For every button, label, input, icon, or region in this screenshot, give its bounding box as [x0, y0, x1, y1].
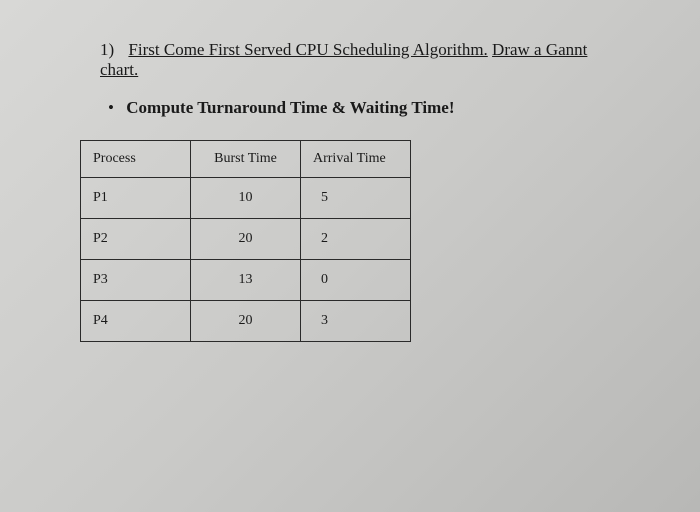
table-row: P1 10 5 — [81, 178, 411, 219]
header-process: Process — [81, 141, 191, 178]
cell-burst: 20 — [191, 301, 301, 342]
question-number: 1) — [100, 40, 114, 60]
header-arrival: Arrival Time — [301, 141, 411, 178]
table-header-row: Process Burst Time Arrival Time — [81, 141, 411, 178]
cell-process: P2 — [81, 219, 191, 260]
cell-process: P1 — [81, 178, 191, 219]
document-body: 1) First Come First Served CPU Schedulin… — [40, 40, 660, 342]
cell-burst: 10 — [191, 178, 301, 219]
question-heading: 1) First Come First Served CPU Schedulin… — [100, 40, 620, 80]
heading-title: First Come First Served CPU Scheduling A… — [128, 40, 487, 59]
process-table: Process Burst Time Arrival Time P1 10 5 … — [80, 140, 411, 342]
table-row: P4 20 3 — [81, 301, 411, 342]
cell-arrival: 5 — [301, 178, 411, 219]
cell-arrival: 0 — [301, 260, 411, 301]
instruction-bullet: • Compute Turnaround Time & Waiting Time… — [108, 98, 620, 118]
table-row: P3 13 0 — [81, 260, 411, 301]
instruction-text: Compute Turnaround Time & Waiting Time! — [126, 98, 454, 117]
cell-burst: 20 — [191, 219, 301, 260]
bullet-icon: • — [108, 98, 114, 118]
cell-arrival: 2 — [301, 219, 411, 260]
cell-process: P3 — [81, 260, 191, 301]
process-table-wrap: Process Burst Time Arrival Time P1 10 5 … — [80, 140, 620, 342]
cell-arrival: 3 — [301, 301, 411, 342]
header-burst: Burst Time — [191, 141, 301, 178]
cell-process: P4 — [81, 301, 191, 342]
cell-burst: 13 — [191, 260, 301, 301]
table-row: P2 20 2 — [81, 219, 411, 260]
